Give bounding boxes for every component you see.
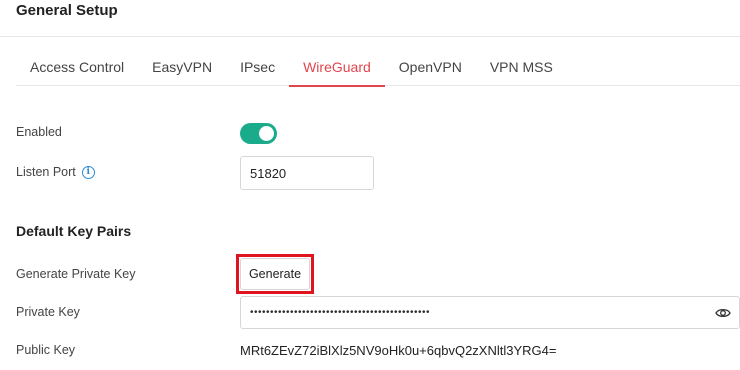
info-icon[interactable]: i	[81, 165, 95, 179]
tab-vpn-mss[interactable]: VPN MSS	[476, 48, 567, 86]
tab-bar: Access Control EasyVPN IPsec WireGuard O…	[16, 48, 740, 87]
tab-ipsec[interactable]: IPsec	[226, 48, 289, 86]
enabled-label: Enabled	[16, 125, 62, 139]
tab-access-control[interactable]: Access Control	[16, 48, 138, 86]
default-key-pairs-title: Default Key Pairs	[16, 223, 132, 239]
eye-icon[interactable]	[715, 306, 731, 320]
listen-port-value: 51820	[250, 165, 287, 181]
tab-easyvpn[interactable]: EasyVPN	[138, 48, 226, 86]
header-divider	[0, 36, 740, 37]
generate-private-key-label: Generate Private Key	[16, 267, 136, 281]
enabled-toggle[interactable]	[240, 123, 277, 144]
private-key-input[interactable]: ••••••••••••••••••••••••••••••••••••••••…	[240, 296, 740, 329]
generate-button[interactable]: Generate	[240, 258, 310, 290]
public-key-value: MRt6ZEvZ72iBlXlz5NV9oHk0u+6qbvQ2zXNltl3Y…	[240, 343, 557, 358]
private-key-masked-value: ••••••••••••••••••••••••••••••••••••••••…	[250, 307, 431, 318]
page-title: General Setup	[16, 2, 118, 19]
listen-port-row-label: Listen Port i	[16, 165, 95, 179]
tab-wireguard[interactable]: WireGuard	[289, 48, 385, 87]
listen-port-label: Listen Port	[16, 165, 76, 179]
tab-openvpn[interactable]: OpenVPN	[385, 48, 476, 86]
private-key-label: Private Key	[16, 305, 80, 319]
toggle-knob	[259, 126, 274, 141]
listen-port-input[interactable]: 51820	[240, 156, 374, 190]
public-key-label: Public Key	[16, 343, 76, 357]
